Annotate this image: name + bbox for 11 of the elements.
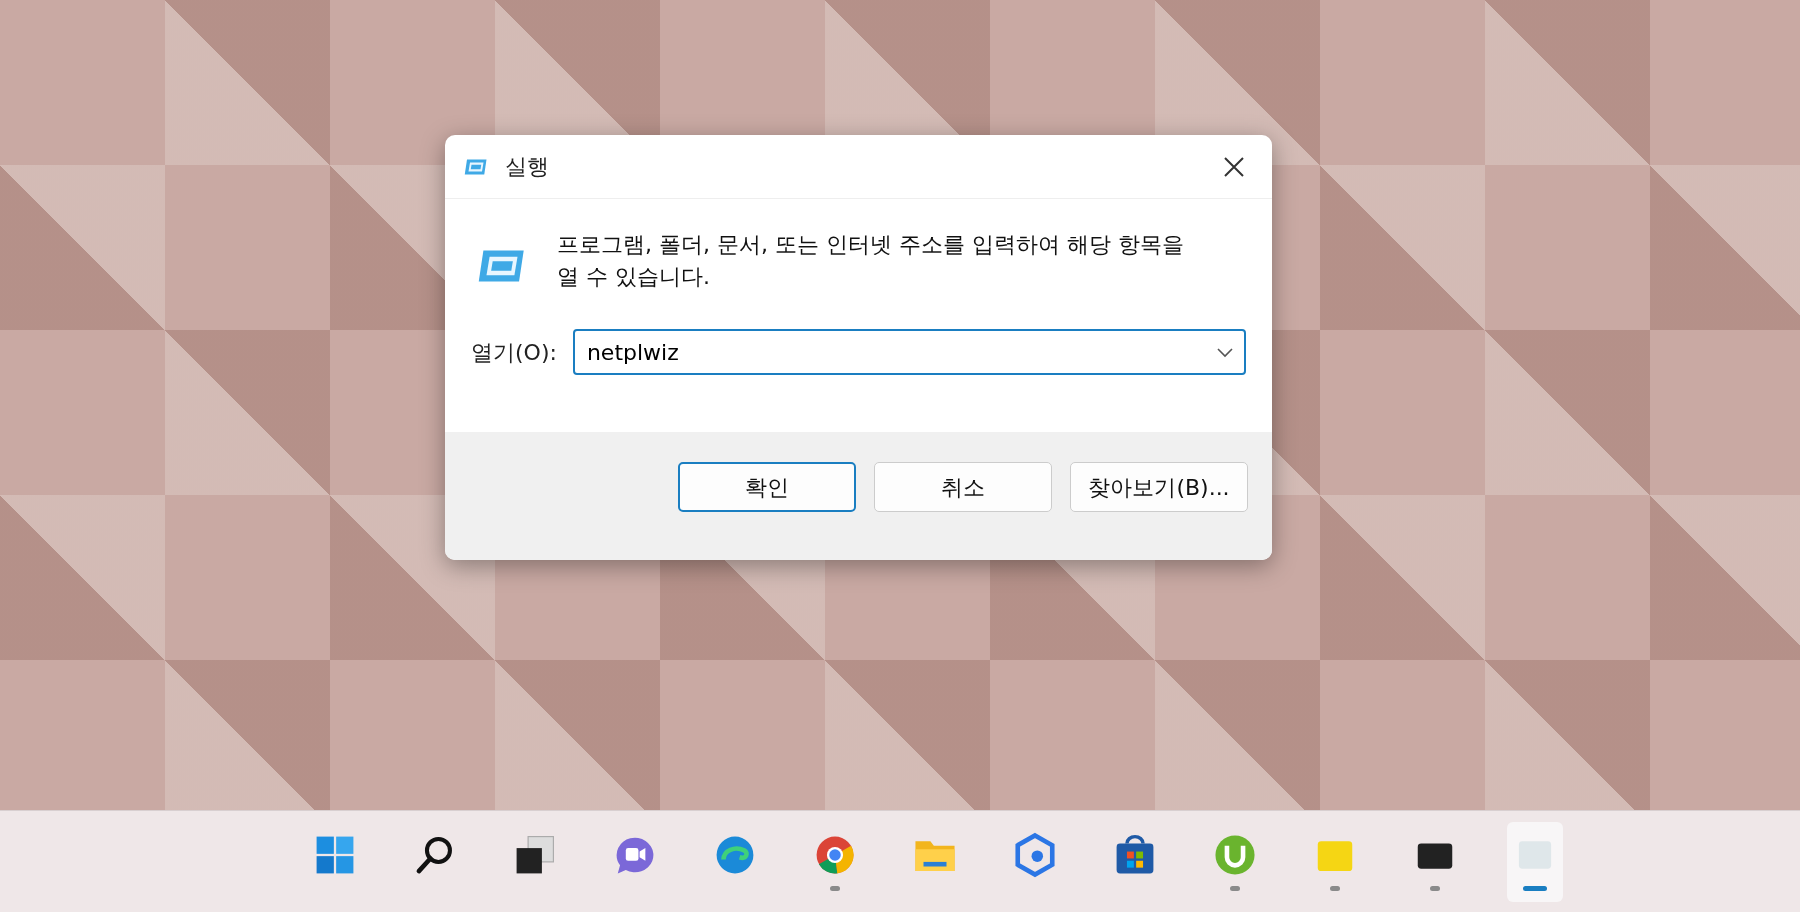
dropdown-chevron-icon[interactable] bbox=[1216, 346, 1234, 358]
command-combo-box[interactable]: netplwiz bbox=[572, 329, 1246, 375]
dialog-button[interactable]: 확인 bbox=[678, 462, 856, 512]
window-title: 실행 bbox=[505, 153, 549, 181]
dialog-button[interactable]: 취소 bbox=[874, 462, 1052, 512]
command-input-field[interactable]: netplwiz bbox=[584, 334, 1216, 370]
open-label: 열기(O): bbox=[471, 338, 557, 367]
dialog-button[interactable]: 찾아보기(B)... bbox=[1070, 462, 1248, 512]
instruction-text: 프로그램, 폴더, 문서, 또는 인터넷 주소를 입력하여 해당 항목을 열 수 있습니다. bbox=[557, 231, 1185, 291]
close-icon bbox=[1223, 155, 1245, 178]
hexagon-app-icon bbox=[1012, 832, 1058, 878]
